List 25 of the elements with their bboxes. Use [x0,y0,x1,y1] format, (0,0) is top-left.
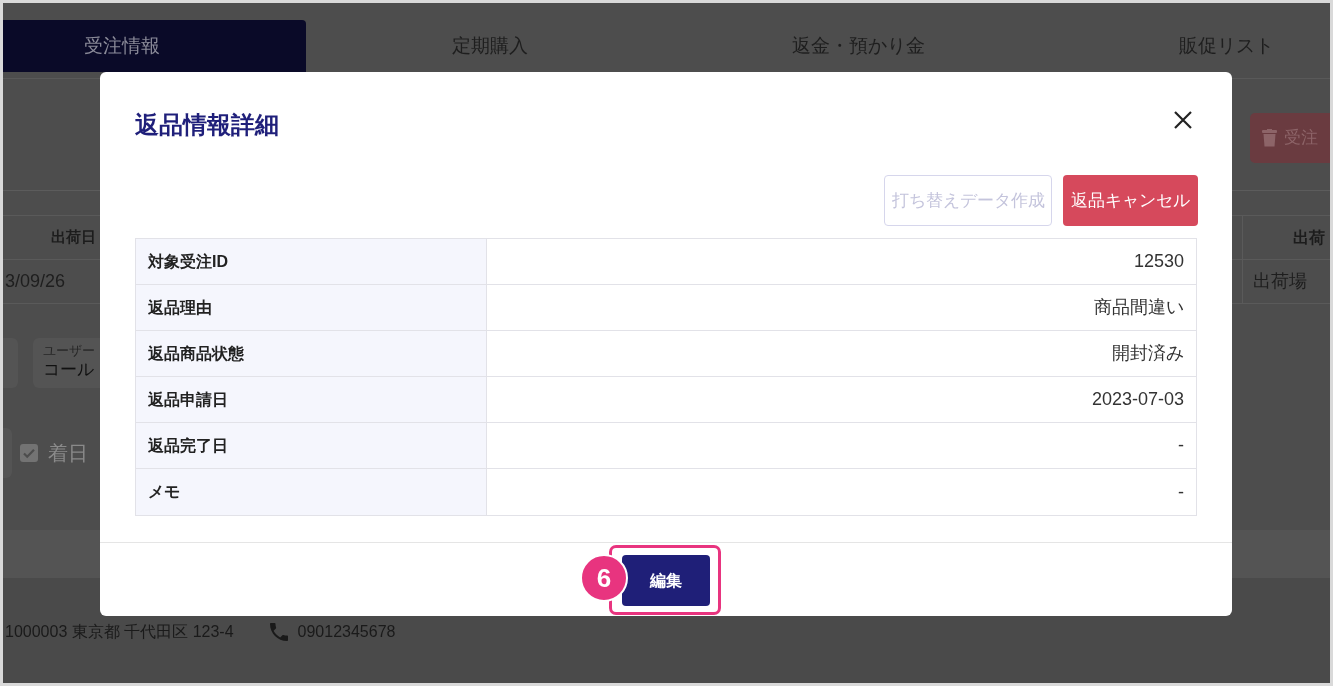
field-value: コール [43,359,94,381]
detail-value: - [1178,434,1184,457]
cancel-return-button[interactable]: 返品キャンセル [1063,175,1198,226]
detail-value: - [1178,480,1184,504]
dialog-title: 返品情報詳細 [135,110,279,140]
detail-value: 2023-07-03 [1091,388,1184,411]
detail-value: 商品間違い [1094,296,1184,319]
checkbox[interactable] [20,444,38,462]
close-icon [1174,111,1192,129]
detail-label: 返品申請日 [148,389,228,410]
detail-label: 対象受注ID [148,251,228,272]
tab[interactable]: 受注情報 [3,20,306,72]
detail-label: 返品理由 [148,297,212,318]
edit-button[interactable]: 編集 [622,555,710,606]
checkbox-label: 着日 [48,441,88,466]
trash-icon [1262,129,1277,147]
detail-label: 返品完了日 [148,435,228,456]
detail-value: 開封済み [1112,342,1184,365]
detail-label: メモ [148,482,180,502]
detail-value: 12530 [1133,250,1184,273]
phone-icon [269,623,288,641]
input-field[interactable] [3,428,12,478]
close-button[interactable] [1174,111,1192,129]
input-field[interactable] [3,338,18,388]
step-badge: 6 [580,554,628,602]
